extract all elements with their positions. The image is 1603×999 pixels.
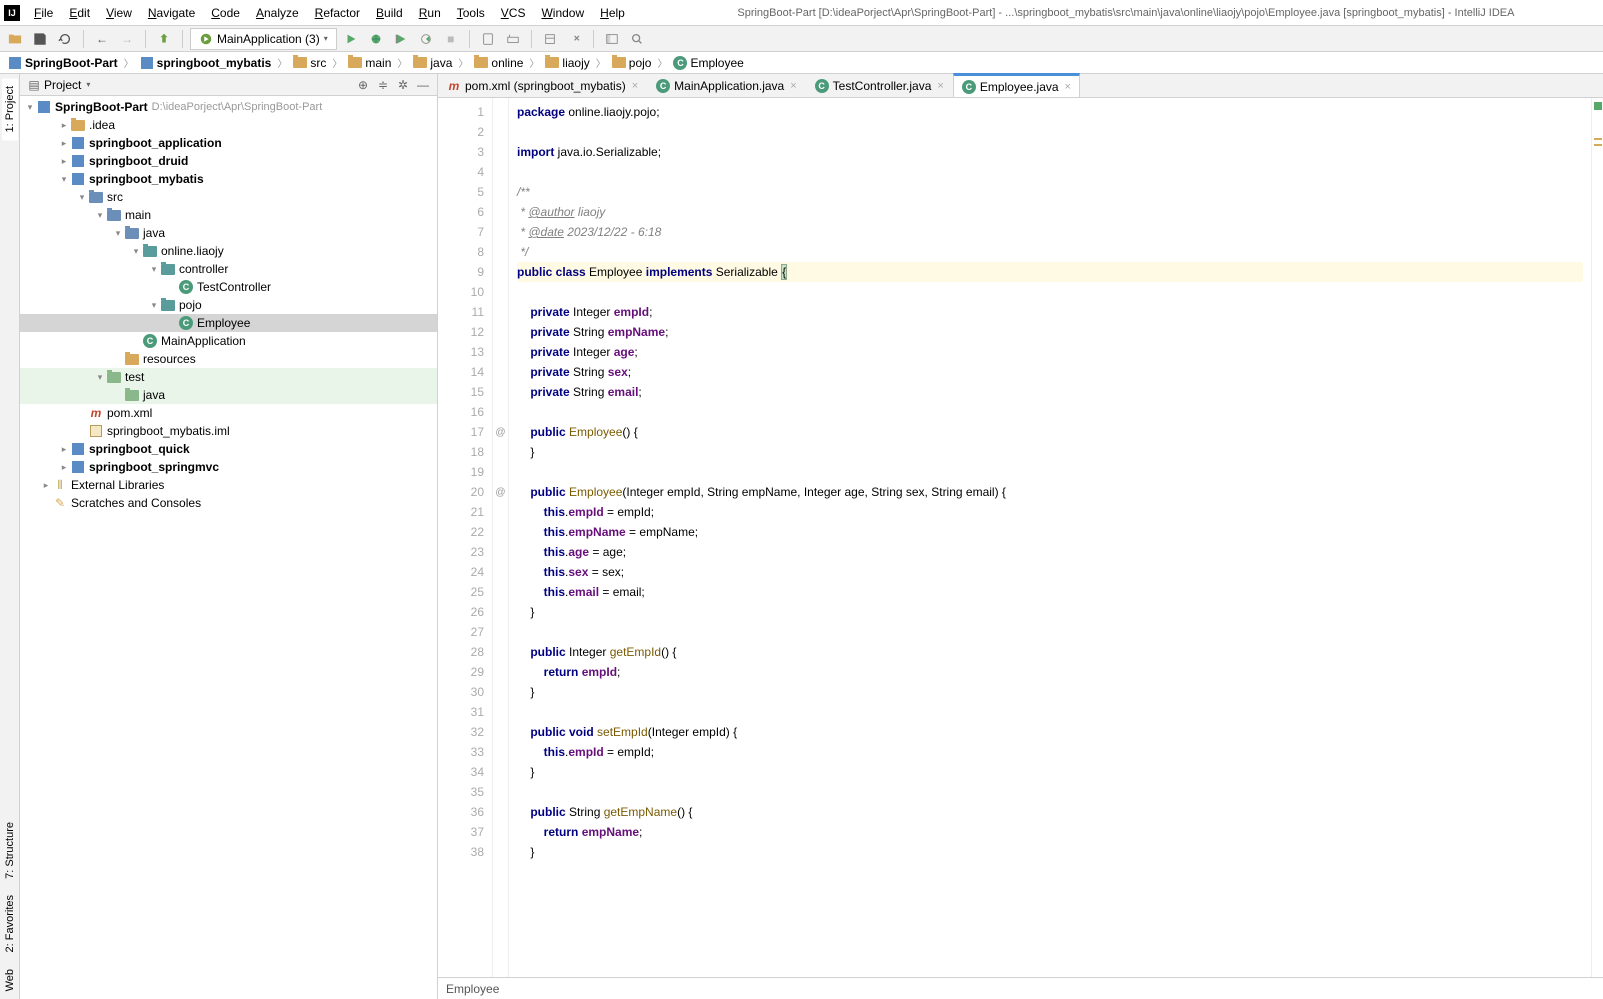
code-editor[interactable]: package online.liaojy.pojo;import java.i…: [509, 98, 1591, 977]
tree-item[interactable]: ▸⦀External Libraries: [20, 476, 437, 494]
editor-breadcrumb: Employee: [438, 977, 1603, 999]
tree-item[interactable]: ▾test: [20, 368, 437, 386]
tree-item[interactable]: ▾springboot_mybatis: [20, 170, 437, 188]
tree-item[interactable]: ▾controller: [20, 260, 437, 278]
project-tree[interactable]: ▾SpringBoot-PartD:\ideaPorject\Apr\Sprin…: [20, 96, 437, 999]
menu-vcs[interactable]: VCS: [493, 4, 534, 22]
project-view-selector[interactable]: Project: [44, 78, 90, 92]
project-toolwindow-tab[interactable]: 1: Project: [2, 78, 18, 140]
app-logo-icon: IJ: [4, 5, 20, 21]
toolbar: ← → MainApplication (3) ■: [0, 26, 1603, 52]
menu-window[interactable]: Window: [533, 4, 592, 22]
back-button[interactable]: ←: [91, 28, 113, 50]
menu-build[interactable]: Build: [368, 4, 411, 22]
menu-help[interactable]: Help: [592, 4, 633, 22]
settings-button[interactable]: [564, 28, 586, 50]
menu-view[interactable]: View: [98, 4, 140, 22]
titlebar: IJ FileEditViewNavigateCodeAnalyzeRefact…: [0, 0, 1603, 26]
refresh-button[interactable]: [54, 28, 76, 50]
tree-item[interactable]: ▸springboot_quick: [20, 440, 437, 458]
error-stripe[interactable]: [1591, 98, 1603, 977]
layout-button[interactable]: [601, 28, 623, 50]
project-panel-header: ▤ Project ⊕ ≑ ✲ —: [20, 74, 437, 96]
close-tab-icon[interactable]: ×: [632, 80, 638, 92]
tree-item[interactable]: ▾pojo: [20, 296, 437, 314]
project-view-icon: ▤: [24, 75, 44, 95]
tree-item[interactable]: ▾src: [20, 188, 437, 206]
settings-icon[interactable]: ✲: [393, 75, 413, 95]
favorites-toolwindow-tab[interactable]: 2: Favorites: [2, 887, 18, 960]
debug-button[interactable]: [365, 28, 387, 50]
build-button[interactable]: [153, 28, 175, 50]
tree-item[interactable]: springboot_mybatis.iml: [20, 422, 437, 440]
editor-body: 1234567891011121314151617181920212223242…: [438, 98, 1603, 977]
tree-item[interactable]: ▸springboot_application: [20, 134, 437, 152]
breadcrumb-item[interactable]: SpringBoot-Part: [4, 55, 122, 71]
hide-icon[interactable]: —: [413, 75, 433, 95]
editor-tab[interactable]: CTestController.java×: [806, 74, 953, 97]
editor-tab[interactable]: CMainApplication.java×: [647, 74, 806, 97]
breadcrumb-item[interactable]: pojo: [608, 55, 656, 71]
menu-edit[interactable]: Edit: [61, 4, 98, 22]
tree-item[interactable]: CMainApplication: [20, 332, 437, 350]
tree-item[interactable]: ▾online.liaojy: [20, 242, 437, 260]
menu-navigate[interactable]: Navigate: [140, 4, 203, 22]
forward-button[interactable]: →: [116, 28, 138, 50]
tree-item[interactable]: CEmployee: [20, 314, 437, 332]
close-tab-icon[interactable]: ×: [1065, 81, 1071, 93]
editor-tab[interactable]: CEmployee.java×: [953, 73, 1080, 97]
tree-item[interactable]: ▸springboot_springmvc: [20, 458, 437, 476]
gutter-marks: @@: [493, 98, 509, 977]
breadcrumb-item[interactable]: main: [344, 55, 395, 71]
breadcrumb-item[interactable]: liaojy: [541, 55, 593, 71]
menu-run[interactable]: Run: [411, 4, 449, 22]
tree-item[interactable]: java: [20, 386, 437, 404]
left-toolwindow-tabs: 1: Project 7: Structure 2: Favorites Web: [0, 74, 20, 999]
menu-code[interactable]: Code: [203, 4, 248, 22]
line-number-gutter: 1234567891011121314151617181920212223242…: [438, 98, 493, 977]
close-tab-icon[interactable]: ×: [937, 80, 943, 92]
tree-item[interactable]: ▸springboot_druid: [20, 152, 437, 170]
editor-area: mpom.xml (springboot_mybatis)×CMainAppli…: [438, 74, 1603, 999]
tree-item[interactable]: CTestController: [20, 278, 437, 296]
coverage-button[interactable]: [390, 28, 412, 50]
avd-button[interactable]: [477, 28, 499, 50]
locate-icon[interactable]: ⊕: [353, 75, 373, 95]
stop-button[interactable]: ■: [440, 28, 462, 50]
sdk-button[interactable]: [502, 28, 524, 50]
editor-tabs: mpom.xml (springboot_mybatis)×CMainAppli…: [438, 74, 1603, 98]
tree-item[interactable]: mpom.xml: [20, 404, 437, 422]
collapse-icon[interactable]: ≑: [373, 75, 393, 95]
run-config-selector[interactable]: MainApplication (3): [190, 28, 337, 50]
search-button[interactable]: [626, 28, 648, 50]
editor-tab[interactable]: mpom.xml (springboot_mybatis)×: [438, 74, 647, 97]
save-button[interactable]: [29, 28, 51, 50]
breadcrumb-item[interactable]: java: [409, 55, 456, 71]
breadcrumb-item[interactable]: CEmployee: [669, 55, 747, 71]
navigation-breadcrumb: SpringBoot-Part〉springboot_mybatis〉src〉m…: [0, 52, 1603, 74]
tree-item[interactable]: ▾java: [20, 224, 437, 242]
tree-item[interactable]: ▾main: [20, 206, 437, 224]
menu-file[interactable]: File: [26, 4, 61, 22]
tree-item[interactable]: ▸.idea: [20, 116, 437, 134]
breadcrumb-item[interactable]: springboot_mybatis: [136, 55, 276, 71]
profile-button[interactable]: [415, 28, 437, 50]
breadcrumb-item[interactable]: online: [470, 55, 527, 71]
menu-analyze[interactable]: Analyze: [248, 4, 307, 22]
close-tab-icon[interactable]: ×: [790, 80, 796, 92]
tree-item[interactable]: ✎Scratches and Consoles: [20, 494, 437, 512]
open-button[interactable]: [4, 28, 26, 50]
tree-item[interactable]: resources: [20, 350, 437, 368]
menu-tools[interactable]: Tools: [449, 4, 493, 22]
web-toolwindow-tab[interactable]: Web: [2, 961, 18, 999]
main-menu: FileEditViewNavigateCodeAnalyzeRefactorB…: [26, 4, 633, 22]
tree-root[interactable]: ▾SpringBoot-PartD:\ideaPorject\Apr\Sprin…: [20, 98, 437, 116]
structure-button[interactable]: [539, 28, 561, 50]
breadcrumb-item[interactable]: src: [289, 55, 330, 71]
project-panel: ▤ Project ⊕ ≑ ✲ — ▾SpringBoot-PartD:\ide…: [20, 74, 438, 999]
structure-toolwindow-tab[interactable]: 7: Structure: [2, 814, 18, 887]
window-title: SpringBoot-Part [D:\ideaPorject\Apr\Spri…: [653, 7, 1599, 19]
run-button[interactable]: [340, 28, 362, 50]
menu-refactor[interactable]: Refactor: [307, 4, 368, 22]
